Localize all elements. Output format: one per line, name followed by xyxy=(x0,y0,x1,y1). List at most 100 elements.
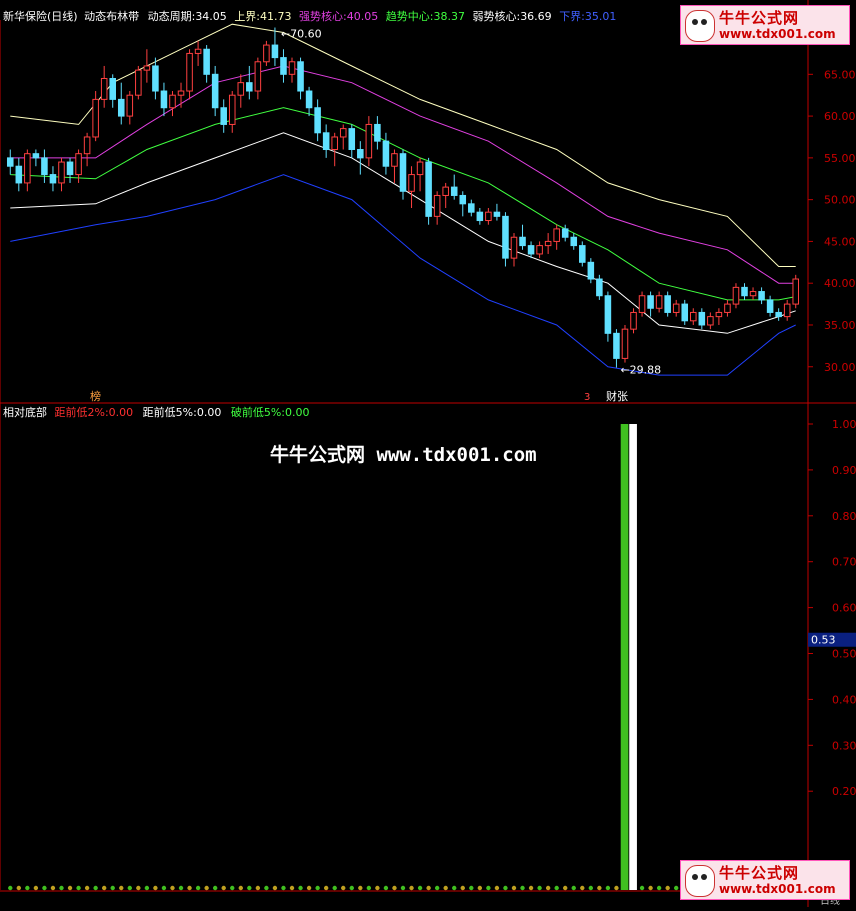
baseline-dot xyxy=(605,885,611,891)
candle xyxy=(468,199,475,217)
candle-body xyxy=(152,65,159,92)
baseline-dot xyxy=(409,885,414,891)
chart-window[interactable]: 65.00 60.00 55.00 50.00 45.00 40.00 35.00 30.00… xyxy=(0,0,856,907)
candle-body xyxy=(775,311,782,318)
candle xyxy=(638,291,646,317)
baseline-dot xyxy=(494,885,500,891)
candle xyxy=(15,157,23,192)
candle-body xyxy=(604,295,612,334)
cow-icon xyxy=(685,865,715,897)
candle xyxy=(672,299,680,317)
candle-body xyxy=(476,211,484,222)
candle-body xyxy=(15,165,23,184)
candle xyxy=(450,174,458,200)
candle xyxy=(228,91,236,133)
baseline-dot xyxy=(144,885,150,891)
baseline-dot xyxy=(315,885,320,891)
candle xyxy=(92,91,99,142)
baseline-dot xyxy=(511,885,517,891)
baseline-dot xyxy=(170,885,175,891)
candle xyxy=(561,224,569,242)
candle-body xyxy=(442,186,449,196)
candle-body xyxy=(561,228,569,238)
candle-body xyxy=(117,98,125,117)
candle xyxy=(502,212,509,267)
candle-body xyxy=(75,153,82,176)
high-annotation: ←70.60 xyxy=(281,28,322,41)
candle-body xyxy=(630,311,637,330)
candle xyxy=(690,308,697,325)
baseline-dot xyxy=(247,885,252,891)
baseline-dot xyxy=(50,885,56,891)
candle-body xyxy=(672,303,680,313)
price-tick-label: 35.00 xyxy=(824,319,856,332)
baseline-dot xyxy=(554,885,559,891)
candle xyxy=(698,308,706,330)
baseline-dot xyxy=(383,885,389,891)
candle-body xyxy=(339,128,347,138)
baseline-dot xyxy=(119,885,124,891)
price-tick-label: 40.00 xyxy=(824,277,856,290)
candle xyxy=(339,124,347,150)
baseline-dot xyxy=(434,885,440,891)
candle-body xyxy=(24,153,31,184)
logo-top: 牛牛公式网 www.tdx001.com xyxy=(680,5,850,45)
candle xyxy=(254,57,262,100)
baseline-dot xyxy=(520,885,525,891)
candle xyxy=(357,141,364,175)
candle-body xyxy=(143,65,151,71)
candle xyxy=(24,149,31,192)
candle-body xyxy=(32,153,40,159)
event-marker: 3 xyxy=(584,392,590,403)
candle xyxy=(758,287,765,305)
baseline-dot xyxy=(281,885,286,891)
baseline-dot xyxy=(443,885,448,891)
baseline-dot xyxy=(417,885,423,891)
candle-body xyxy=(493,211,501,217)
candle xyxy=(160,82,168,117)
baseline-dot xyxy=(136,885,141,891)
baseline-dot xyxy=(486,885,491,891)
candle xyxy=(58,157,65,192)
baseline-dot xyxy=(477,885,483,891)
baseline-dot xyxy=(580,885,585,891)
candle xyxy=(203,45,210,83)
candle-body xyxy=(596,278,603,297)
candle-body xyxy=(698,311,706,326)
baseline-dot xyxy=(84,885,90,891)
event-marker: 榜 xyxy=(90,389,101,403)
candle xyxy=(135,65,142,100)
candle-body xyxy=(66,161,74,176)
candle-body xyxy=(220,107,227,125)
candle xyxy=(271,27,279,66)
candle xyxy=(177,82,185,108)
logo-url: www.tdx001.com xyxy=(719,882,836,896)
candle xyxy=(741,283,748,300)
candle xyxy=(510,233,518,267)
candle-body xyxy=(655,295,663,309)
current-value-label: 0.53 xyxy=(811,634,836,647)
sub-tick-label: 0.40 xyxy=(832,693,856,706)
baseline-dot xyxy=(306,885,312,891)
candle xyxy=(724,299,731,317)
break5-label: 破前低5%: xyxy=(230,406,286,419)
sub-tick-label: 0.70 xyxy=(832,556,856,569)
low-annotation: ←29.88 xyxy=(620,364,661,377)
candle-body xyxy=(135,69,142,96)
candle-body xyxy=(527,245,535,255)
sub-tick-label: 0.90 xyxy=(832,464,856,477)
sub-tick-label: 1.00 xyxy=(832,418,856,431)
candle-body xyxy=(186,52,193,92)
baseline-dot xyxy=(195,885,201,891)
baseline-dot xyxy=(400,885,406,891)
candle-body xyxy=(92,98,99,138)
candle-body xyxy=(690,311,697,322)
baseline-dot xyxy=(656,885,662,891)
baseline-dot xyxy=(452,885,457,891)
candle-body xyxy=(433,194,441,217)
candle xyxy=(211,65,219,117)
candle xyxy=(485,208,492,225)
candle-body xyxy=(553,228,560,242)
candle-body xyxy=(519,236,526,247)
baseline-dot xyxy=(33,885,39,891)
